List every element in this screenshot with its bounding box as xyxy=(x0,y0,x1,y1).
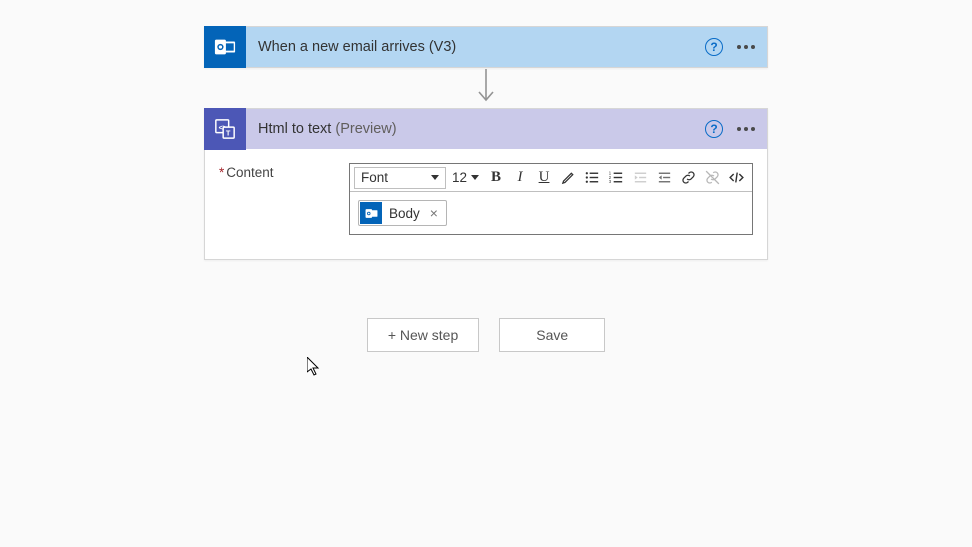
trigger-title: When a new email arrives (V3) xyxy=(246,39,705,55)
indent-button[interactable] xyxy=(653,167,675,189)
unlink-button[interactable] xyxy=(701,167,723,189)
action-help-icon[interactable]: ? xyxy=(705,120,723,138)
bullet-list-button[interactable] xyxy=(581,167,603,189)
font-size-select[interactable]: 12 xyxy=(448,167,483,189)
code-view-button[interactable] xyxy=(725,167,747,189)
html-to-text-icon: <> T xyxy=(204,108,246,150)
save-button[interactable]: Save xyxy=(499,318,605,352)
action-more-menu[interactable] xyxy=(737,127,755,131)
link-button[interactable] xyxy=(677,167,699,189)
content-input-area[interactable]: Body × xyxy=(350,192,752,234)
trigger-card-header[interactable]: When a new email arrives (V3) ? xyxy=(205,27,767,67)
content-field-label: *Content xyxy=(219,163,341,235)
editor-toolbar: Font 12 B I U xyxy=(350,164,752,192)
svg-text:3: 3 xyxy=(608,179,611,184)
action-card[interactable]: <> T Html to text (Preview) ? *Content xyxy=(204,108,768,260)
mouse-cursor xyxy=(307,357,321,380)
italic-button[interactable]: I xyxy=(509,167,531,189)
underline-button[interactable]: U xyxy=(533,167,555,189)
new-step-button[interactable]: + New step xyxy=(367,318,479,352)
trigger-help-icon[interactable]: ? xyxy=(705,38,723,56)
dynamic-content-token-body[interactable]: Body × xyxy=(358,200,447,226)
numbered-list-button[interactable]: 123 xyxy=(605,167,627,189)
trigger-more-menu[interactable] xyxy=(737,45,755,49)
svg-text:T: T xyxy=(226,128,231,137)
chevron-down-icon xyxy=(431,175,439,180)
chevron-down-icon xyxy=(471,175,479,180)
action-title-main: Html to text xyxy=(258,121,331,137)
font-family-select[interactable]: Font xyxy=(354,167,446,189)
action-card-header[interactable]: <> T Html to text (Preview) ? xyxy=(205,109,767,149)
outlook-icon xyxy=(360,202,382,224)
outlook-icon xyxy=(204,26,246,68)
action-title: Html to text (Preview) xyxy=(246,121,705,137)
action-title-suffix: (Preview) xyxy=(335,121,396,137)
token-remove-button[interactable]: × xyxy=(428,205,446,221)
content-editor[interactable]: Font 12 B I U xyxy=(349,163,753,235)
token-label: Body xyxy=(383,206,428,221)
action-card-body: *Content Font 12 B I U xyxy=(205,149,767,259)
highlight-button[interactable] xyxy=(557,167,579,189)
bold-button[interactable]: B xyxy=(485,167,507,189)
connector-arrow[interactable] xyxy=(477,68,495,108)
outdent-button[interactable] xyxy=(629,167,651,189)
trigger-card[interactable]: When a new email arrives (V3) ? xyxy=(204,26,768,68)
